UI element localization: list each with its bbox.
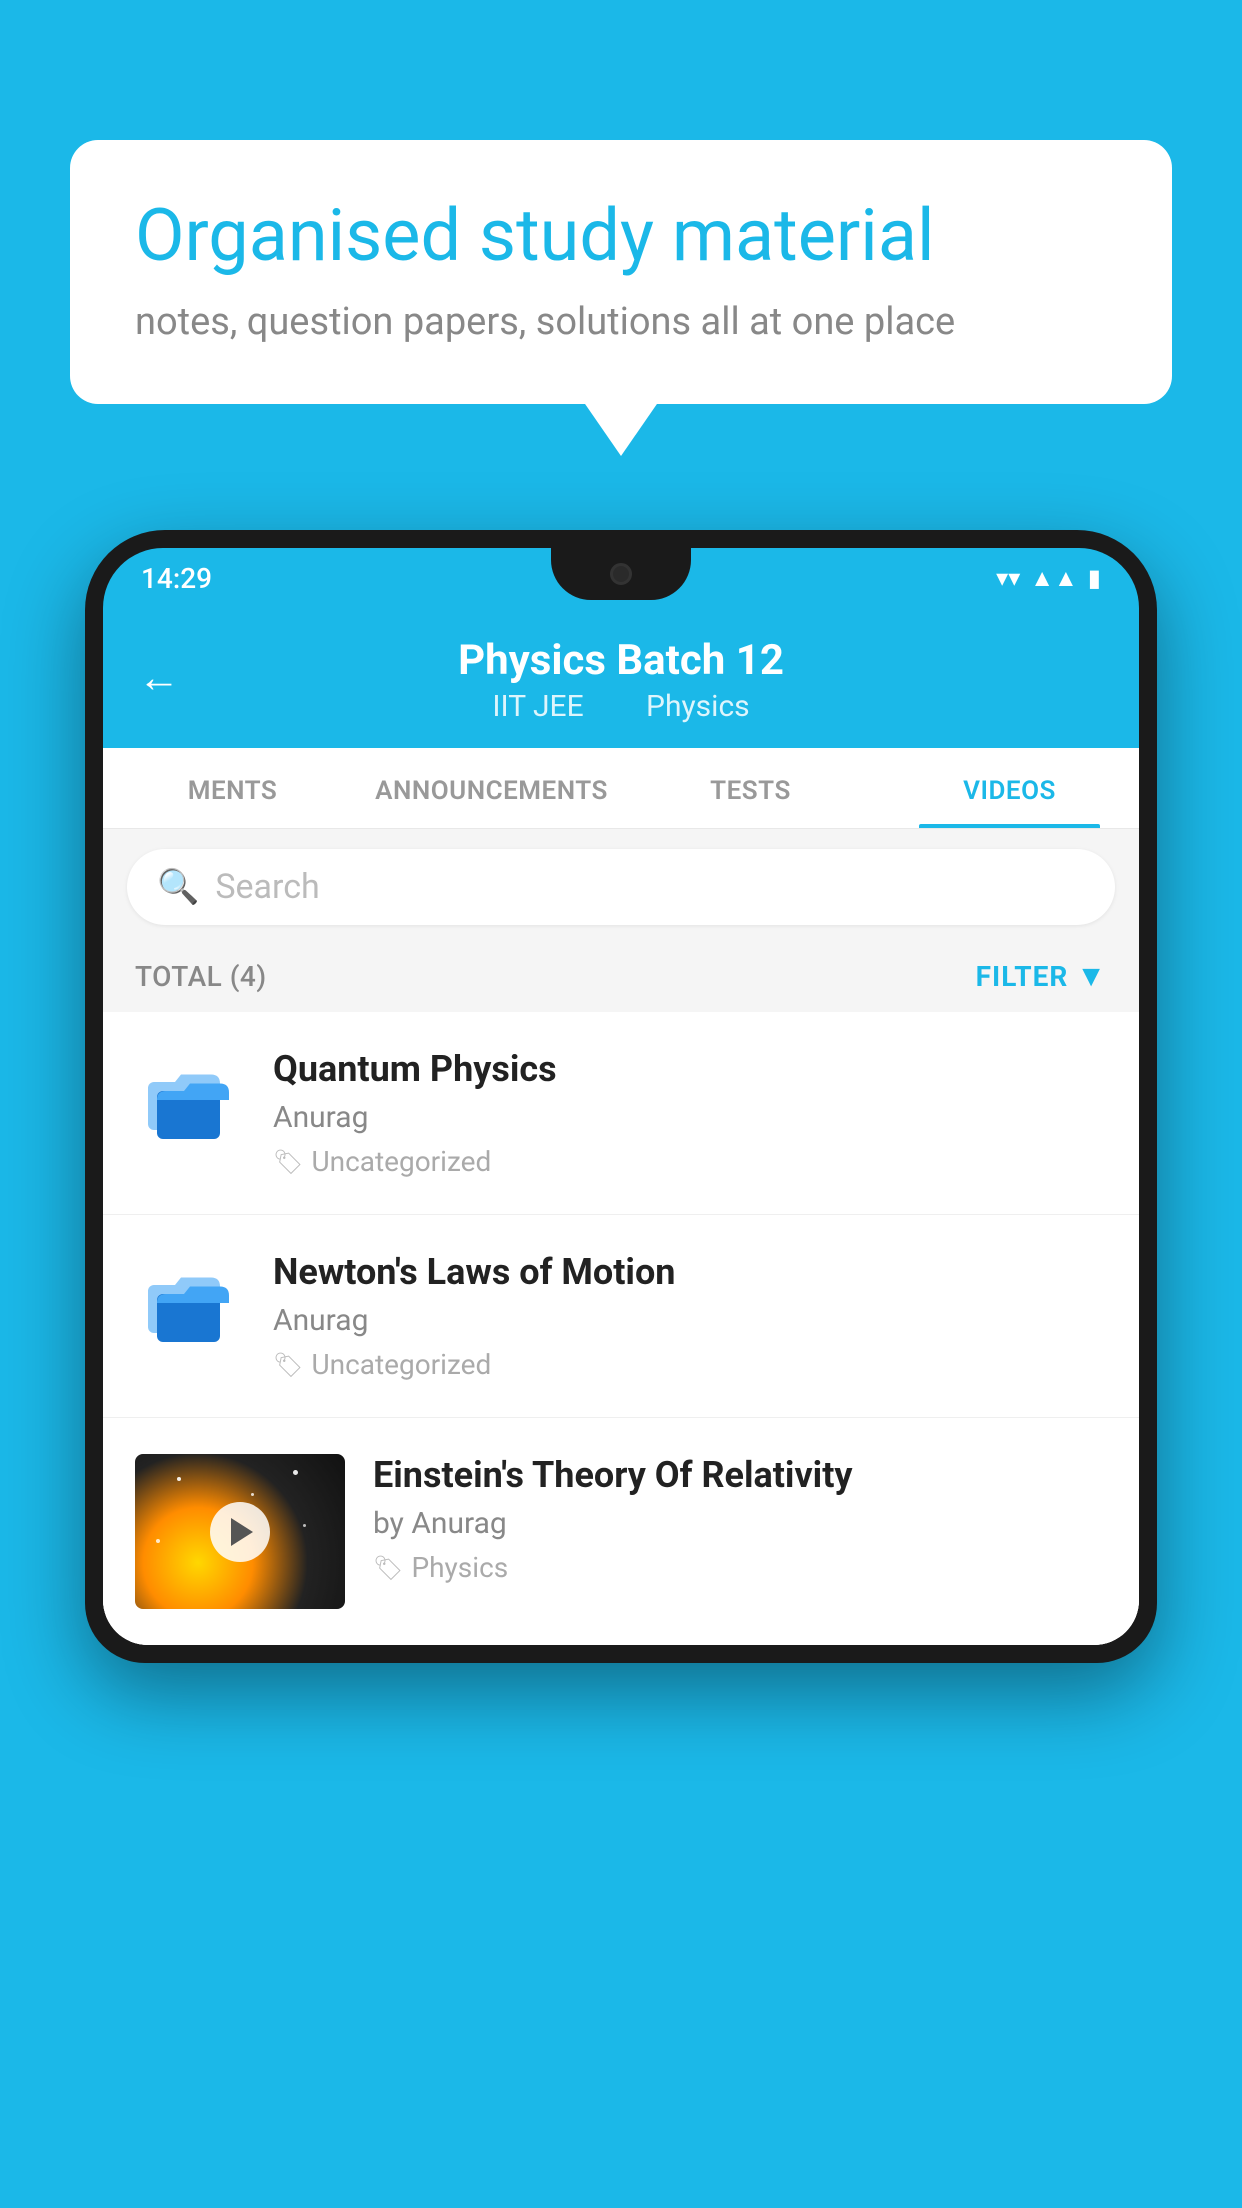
video-tag: 🏷 Uncategorized bbox=[273, 1145, 1107, 1178]
folder-icon-container bbox=[135, 1048, 245, 1158]
subtitle-tag2: Physics bbox=[646, 689, 750, 724]
speech-bubble-container: Organised study material notes, question… bbox=[70, 140, 1172, 404]
tag-label: Uncategorized bbox=[311, 1145, 491, 1178]
video-author: by Anurag bbox=[373, 1506, 1107, 1541]
bubble-title: Organised study material bbox=[135, 195, 1107, 278]
phone-container: 14:29 ▾▾ ▲▲ ▮ ← Physics Batch 12 IIT JEE… bbox=[85, 530, 1157, 2208]
status-icons: ▾▾ ▲▲ ▮ bbox=[996, 564, 1101, 593]
list-item[interactable]: Newton's Laws of Motion Anurag 🏷 Uncateg… bbox=[103, 1215, 1139, 1418]
filter-button[interactable]: FILTER ▼ bbox=[976, 959, 1107, 994]
folder-icon-container bbox=[135, 1251, 245, 1361]
video-author: Anurag bbox=[273, 1303, 1107, 1338]
phone-outer: 14:29 ▾▾ ▲▲ ▮ ← Physics Batch 12 IIT JEE… bbox=[85, 530, 1157, 1663]
list-item[interactable]: Quantum Physics Anurag 🏷 Uncategorized bbox=[103, 1012, 1139, 1215]
signal-icon: ▲▲ bbox=[1030, 564, 1078, 593]
video-info: Einstein's Theory Of Relativity by Anura… bbox=[373, 1454, 1107, 1584]
search-icon: 🔍 bbox=[157, 867, 199, 907]
tag-label: Uncategorized bbox=[311, 1348, 491, 1381]
tag-icon: 🏷 bbox=[373, 1554, 403, 1582]
video-tag: 🏷 Uncategorized bbox=[273, 1348, 1107, 1381]
search-bar[interactable]: 🔍 Search bbox=[127, 849, 1115, 925]
tab-announcements[interactable]: ANNOUNCEMENTS bbox=[362, 748, 621, 828]
status-time: 14:29 bbox=[141, 562, 212, 595]
search-container: 🔍 Search bbox=[103, 829, 1139, 941]
tag-icon: 🏷 bbox=[273, 1351, 303, 1379]
app-header: ← Physics Batch 12 IIT JEE Physics bbox=[103, 608, 1139, 748]
video-title: Quantum Physics bbox=[273, 1048, 1107, 1090]
video-list: Quantum Physics Anurag 🏷 Uncategorized bbox=[103, 1012, 1139, 1645]
tab-ments[interactable]: MENTS bbox=[103, 748, 362, 828]
video-title: Einstein's Theory Of Relativity bbox=[373, 1454, 1107, 1496]
tab-videos[interactable]: VIDEOS bbox=[880, 748, 1139, 828]
video-info: Newton's Laws of Motion Anurag 🏷 Uncateg… bbox=[273, 1251, 1107, 1381]
back-button[interactable]: ← bbox=[138, 654, 180, 703]
tabs-bar: MENTS ANNOUNCEMENTS TESTS VIDEOS bbox=[103, 748, 1139, 829]
video-thumbnail bbox=[135, 1454, 345, 1609]
speech-bubble: Organised study material notes, question… bbox=[70, 140, 1172, 404]
status-bar: 14:29 ▾▾ ▲▲ ▮ bbox=[103, 548, 1139, 608]
bubble-subtitle: notes, question papers, solutions all at… bbox=[135, 300, 1107, 344]
filter-funnel-icon: ▼ bbox=[1076, 959, 1107, 994]
search-placeholder: Search bbox=[215, 867, 319, 907]
subtitle-separator bbox=[611, 689, 626, 724]
tab-tests[interactable]: TESTS bbox=[621, 748, 880, 828]
filter-bar: TOTAL (4) FILTER ▼ bbox=[103, 941, 1139, 1012]
list-item[interactable]: Einstein's Theory Of Relativity by Anura… bbox=[103, 1418, 1139, 1645]
camera-dot bbox=[610, 563, 632, 585]
phone-screen: ← Physics Batch 12 IIT JEE Physics MENTS… bbox=[103, 608, 1139, 1645]
video-author: Anurag bbox=[273, 1100, 1107, 1135]
video-title: Newton's Laws of Motion bbox=[273, 1251, 1107, 1293]
video-info: Quantum Physics Anurag 🏷 Uncategorized bbox=[273, 1048, 1107, 1178]
tag-label: Physics bbox=[411, 1551, 508, 1584]
filter-label: FILTER bbox=[976, 960, 1069, 993]
total-count: TOTAL (4) bbox=[135, 960, 267, 993]
wifi-icon: ▾▾ bbox=[996, 564, 1020, 592]
subtitle-tag1: IIT JEE bbox=[492, 689, 583, 724]
battery-icon: ▮ bbox=[1088, 564, 1101, 592]
star-decorations bbox=[135, 1454, 345, 1609]
phone-notch bbox=[551, 548, 691, 600]
batch-subtitle: IIT JEE Physics bbox=[482, 689, 759, 724]
tag-icon: 🏷 bbox=[273, 1148, 303, 1176]
batch-title: Physics Batch 12 bbox=[458, 636, 784, 685]
folder-icon bbox=[145, 1261, 235, 1351]
video-tag: 🏷 Physics bbox=[373, 1551, 1107, 1584]
folder-icon bbox=[145, 1058, 235, 1148]
